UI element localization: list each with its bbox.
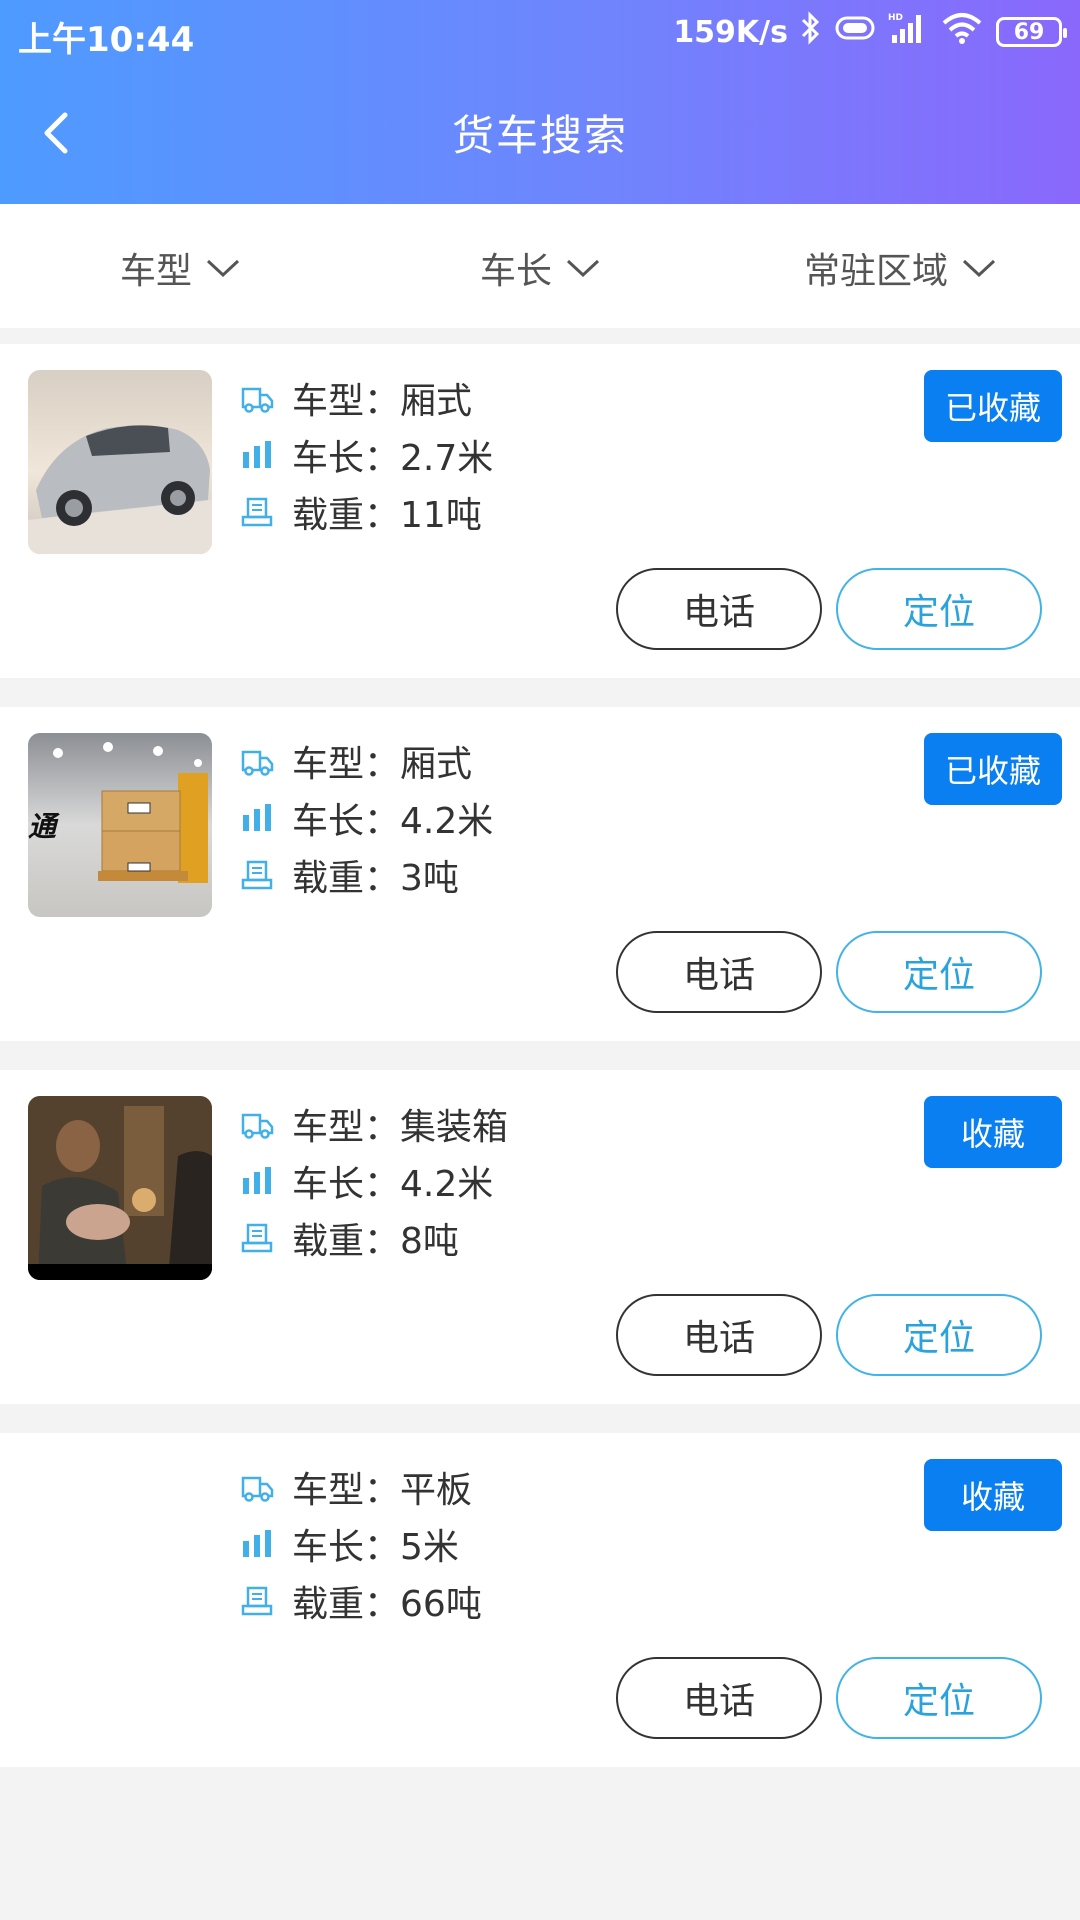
- status-bar: 上午10:44 159K/s HD 69: [0, 0, 1080, 66]
- vehicle-load-value: 3吨: [400, 858, 459, 899]
- vehicle-load-row: 载重： 11吨: [240, 484, 482, 540]
- vehicle-length-value: 5米: [400, 1527, 459, 1568]
- filter-bar: 车型 车长 常驻区域: [0, 204, 1080, 328]
- bar-chart-icon: [240, 1164, 274, 1198]
- vehicle-length-label: 车长：: [292, 801, 401, 842]
- bar-chart-icon: [240, 801, 274, 835]
- vehicle-length-row: 车长： 4.2米: [240, 1153, 493, 1209]
- vehicle-type-row: 车型： 集装箱: [240, 1096, 508, 1152]
- filter-label: 车长: [479, 251, 552, 292]
- call-button[interactable]: 电话: [616, 568, 822, 650]
- network-speed: 159K/s: [673, 14, 788, 50]
- vehicle-length-value: 4.2米: [400, 801, 494, 842]
- wifi-icon: [940, 11, 984, 53]
- vehicle-load-label: 载重：: [292, 1221, 401, 1262]
- svg-text:HD: HD: [888, 13, 903, 23]
- vehicle-type-label: 车型：: [292, 1107, 401, 1148]
- vehicle-card[interactable]: 通 车型： 厢式 车长： 4.2米 载重： 3吨 已收藏 电话 定位: [0, 707, 1080, 1041]
- vehicle-type-row: 车型： 平板: [240, 1459, 472, 1515]
- vehicle-length-label: 车长：: [292, 1527, 401, 1568]
- vehicle-load-label: 载重：: [292, 495, 401, 536]
- vehicle-thumbnail: [28, 370, 212, 554]
- vehicle-load-value: 11吨: [400, 495, 482, 536]
- favorite-button[interactable]: 已收藏: [924, 370, 1062, 442]
- vehicle-type-label: 车型：: [292, 381, 401, 422]
- locate-button[interactable]: 定位: [836, 1294, 1042, 1376]
- call-button[interactable]: 电话: [616, 1294, 822, 1376]
- vehicle-thumbnail: [28, 1096, 212, 1280]
- vehicle-card[interactable]: 车型： 集装箱 车长： 4.2米 载重： 8吨 收藏 电话 定位: [0, 1070, 1080, 1404]
- bar-chart-icon: [240, 438, 274, 472]
- bluetooth-icon: [800, 11, 822, 53]
- filter-vehicle-length[interactable]: 车长: [360, 204, 720, 328]
- vehicle-load-value: 8吨: [400, 1221, 459, 1262]
- vehicle-load-label: 载重：: [292, 858, 401, 899]
- truck-icon: [240, 381, 274, 415]
- chevron-down-icon: [566, 259, 600, 278]
- vehicle-type-value: 集装箱: [400, 1107, 509, 1148]
- vehicle-load-value: 66吨: [400, 1584, 482, 1625]
- locate-button[interactable]: 定位: [836, 931, 1042, 1013]
- vehicle-type-value: 厢式: [400, 381, 473, 422]
- filter-label: 车型: [119, 251, 192, 292]
- scale-icon: [240, 1584, 274, 1618]
- vehicle-load-label: 载重：: [292, 1584, 401, 1625]
- status-icons: 159K/s HD 69: [673, 11, 1067, 53]
- vehicle-length-value: 2.7米: [400, 438, 494, 479]
- truck-icon: [240, 1107, 274, 1141]
- filter-label: 常驻区域: [803, 251, 948, 292]
- favorite-button[interactable]: 收藏: [924, 1459, 1062, 1531]
- battery-icon: 69: [996, 17, 1067, 47]
- scale-icon: [240, 495, 274, 529]
- chevron-down-icon: [962, 259, 996, 278]
- chevron-down-icon: [206, 259, 240, 278]
- vehicle-type-label: 车型：: [292, 1470, 401, 1511]
- vehicle-type-label: 车型：: [292, 744, 401, 785]
- vibrate-icon: [834, 13, 876, 51]
- vehicle-length-row: 车长： 2.7米: [240, 427, 493, 483]
- truck-icon: [240, 1470, 274, 1504]
- vehicle-thumbnail: 通: [28, 733, 212, 917]
- favorite-button[interactable]: 已收藏: [924, 733, 1062, 805]
- vehicle-card[interactable]: 车型： 平板 车长： 5米 载重： 66吨 收藏 电话 定位: [0, 1433, 1080, 1767]
- filter-vehicle-type[interactable]: 车型: [0, 204, 360, 328]
- call-button[interactable]: 电话: [616, 931, 822, 1013]
- truck-icon: [240, 744, 274, 778]
- filter-region[interactable]: 常驻区域: [720, 204, 1080, 328]
- vehicle-length-value: 4.2米: [400, 1164, 494, 1205]
- cell-signal-icon: HD: [888, 11, 928, 53]
- vehicle-length-row: 车长： 4.2米: [240, 790, 493, 846]
- call-button[interactable]: 电话: [616, 1657, 822, 1739]
- scale-icon: [240, 1221, 274, 1255]
- app-header: 上午10:44 159K/s HD 69 货车搜索: [0, 0, 1080, 204]
- vehicle-type-row: 车型： 厢式: [240, 370, 472, 426]
- vehicle-load-row: 载重： 3吨: [240, 847, 459, 903]
- vehicle-length-label: 车长：: [292, 438, 401, 479]
- vehicle-length-row: 车长： 5米: [240, 1516, 459, 1572]
- locate-button[interactable]: 定位: [836, 1657, 1042, 1739]
- status-time: 上午10:44: [18, 20, 195, 60]
- scale-icon: [240, 858, 274, 892]
- vehicle-load-row: 载重： 66吨: [240, 1573, 482, 1629]
- vehicle-card[interactable]: 车型： 厢式 车长： 2.7米 载重： 11吨 已收藏 电话 定位: [0, 344, 1080, 678]
- vehicle-load-row: 载重： 8吨: [240, 1210, 459, 1266]
- vehicle-type-value: 平板: [400, 1470, 473, 1511]
- locate-button[interactable]: 定位: [836, 568, 1042, 650]
- vehicle-length-label: 车长：: [292, 1164, 401, 1205]
- thumbnail-text: 通: [28, 810, 57, 843]
- vehicle-type-value: 厢式: [400, 744, 473, 785]
- vehicle-type-row: 车型： 厢式: [240, 733, 472, 789]
- page-title: 货车搜索: [451, 111, 628, 160]
- bar-chart-icon: [240, 1527, 274, 1561]
- favorite-button[interactable]: 收藏: [924, 1096, 1062, 1168]
